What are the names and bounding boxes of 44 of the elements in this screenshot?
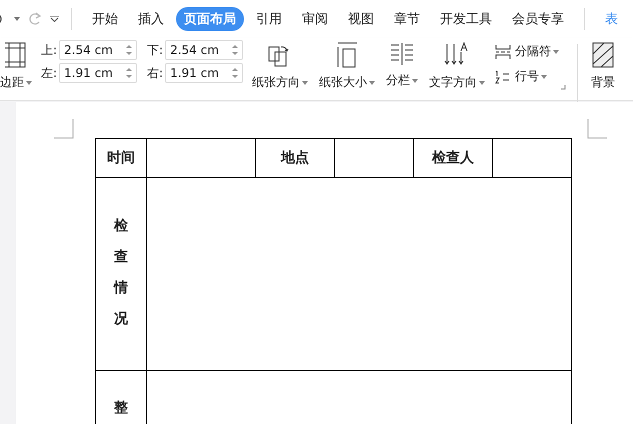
margin-label: 下: [147, 42, 164, 58]
background-button[interactable]: 背景 [589, 38, 618, 95]
margin-spin-field[interactable]: 2.54 cm [165, 40, 244, 60]
customize-caret-icon[interactable] [50, 16, 59, 22]
layout-button[interactable]: 行号 [494, 67, 560, 86]
ribbon-tab[interactable]: 引用 [248, 7, 290, 31]
margins-icon [5, 42, 27, 68]
layout-button[interactable]: 分栏 [384, 38, 420, 93]
ribbon-tab[interactable]: 开发工具 [432, 7, 500, 31]
layout-button[interactable]: 纸张大小 [317, 38, 378, 95]
margin-spin-field[interactable]: 1.91 cm [165, 63, 244, 83]
layout-button[interactable]: 分隔符 [494, 42, 560, 61]
ribbon-tab[interactable]: 开始 [84, 7, 126, 31]
dialog-launcher-icon [561, 85, 566, 90]
row-label: 整 [114, 400, 128, 418]
hatched-page-icon [592, 42, 614, 68]
margins-button[interactable]: 边距 [0, 38, 34, 95]
caret-icon[interactable] [14, 17, 20, 21]
page-break-icon [495, 44, 512, 58]
layout-button[interactable]: 文字方向 [427, 38, 488, 95]
line-numbers-icon [495, 70, 512, 84]
spinner-arrows-icon [232, 67, 238, 79]
ribbon-tab[interactable]: 审阅 [294, 7, 336, 31]
table-cell: 地点 [256, 138, 334, 178]
ribbon-tab[interactable]: 章节 [386, 7, 428, 31]
margin-label: 右: [147, 64, 164, 82]
table-cell: 检查人 [414, 138, 492, 178]
table-cell: 时间 [96, 138, 146, 178]
layout-button[interactable]: 纸张方向 [250, 38, 310, 95]
margin-spin-field[interactable]: 1.91 cm [59, 63, 138, 83]
margin-label: 左: [41, 64, 58, 82]
page-size-icon [336, 42, 358, 68]
corner-mark [54, 119, 74, 139]
spinner-arrows-icon [232, 44, 238, 56]
spinner-arrows-icon [126, 44, 132, 56]
row-label: 检查情况 [114, 217, 128, 329]
ribbon-tab[interactable]: 会员专享 [504, 7, 572, 31]
corner-mark [587, 119, 607, 139]
margin-label: 上: [41, 42, 58, 58]
spinner-arrows-icon [126, 67, 132, 79]
margin-spin-field[interactable]: 2.54 cm [59, 40, 138, 60]
ribbon-tab[interactable]: 视图 [340, 7, 382, 31]
ribbon-tab[interactable]: 插入 [130, 7, 172, 31]
columns-icon [390, 42, 414, 66]
